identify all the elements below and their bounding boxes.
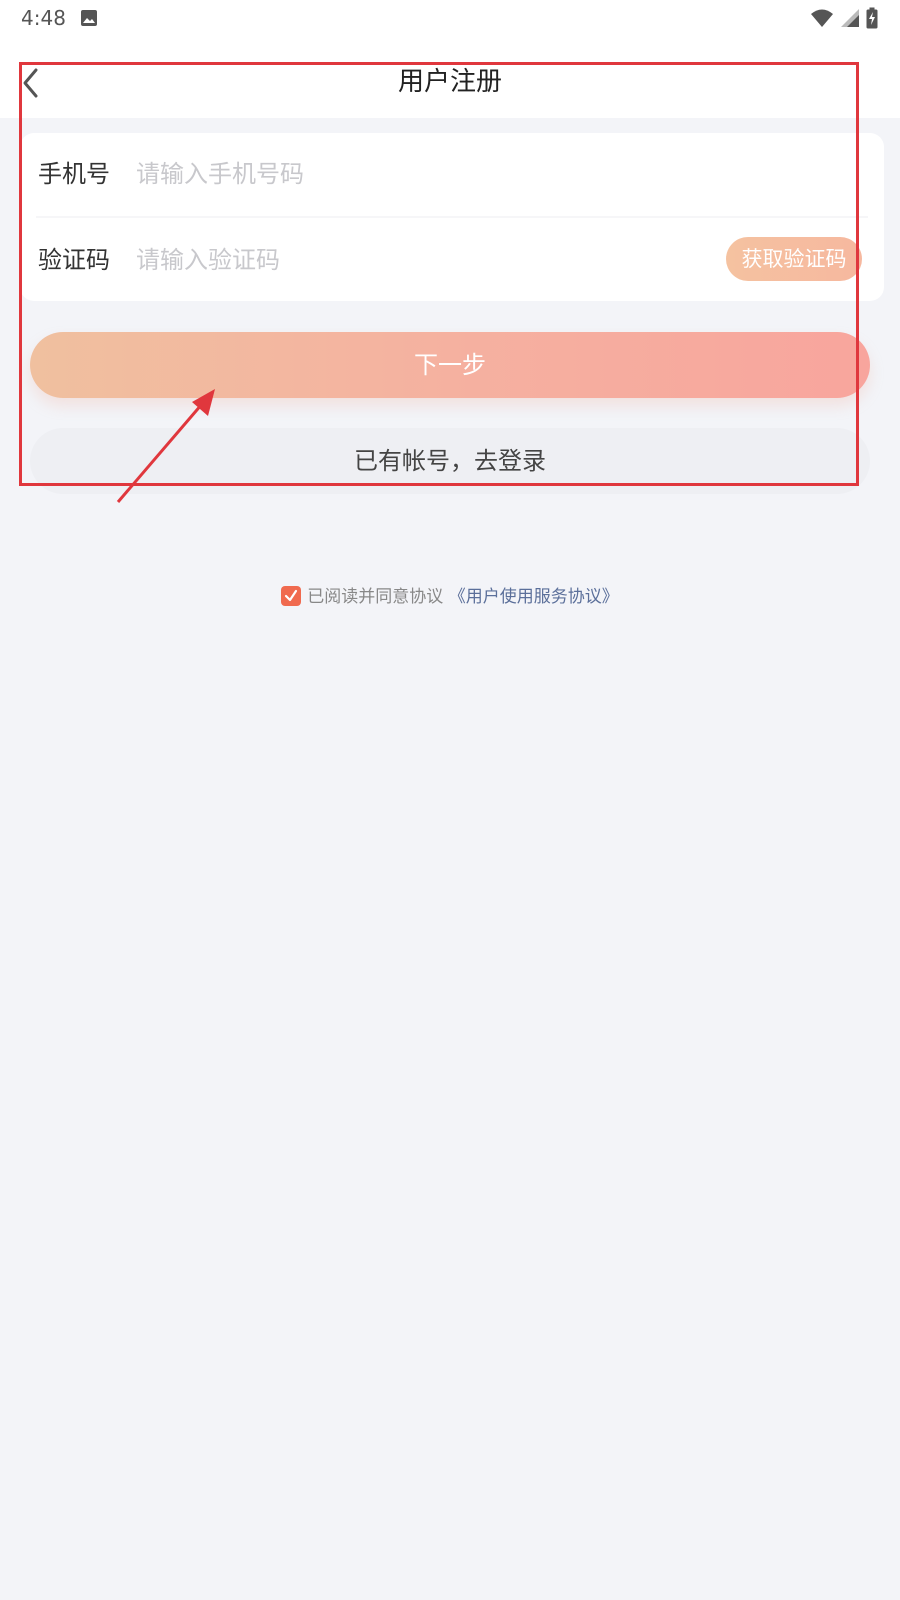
wifi-icon <box>811 9 833 27</box>
agreement-text: 已阅读并同意协议 <box>307 587 444 607</box>
signal-icon <box>841 9 859 27</box>
get-code-button[interactable]: 获取验证码 <box>726 237 862 281</box>
agreement: 已阅读并同意协议 《用户使用服务协议》 <box>0 585 900 609</box>
divider <box>36 216 868 218</box>
status-time: 4:48 <box>21 6 66 30</box>
agreement-link[interactable]: 《用户使用服务协议》 <box>449 587 619 607</box>
login-button[interactable]: 已有帐号，去登录 <box>30 428 870 494</box>
status-bar: 4:48 <box>0 0 900 36</box>
agreement-checkbox[interactable] <box>281 586 302 606</box>
phone-row: 手机号 <box>20 133 884 215</box>
next-button[interactable]: 下一步 <box>30 332 870 398</box>
code-input[interactable] <box>136 239 576 281</box>
page-title: 用户注册 <box>397 67 502 97</box>
battery-charging-icon <box>866 7 878 29</box>
image-icon <box>81 10 97 26</box>
code-label: 验证码 <box>38 246 110 274</box>
check-icon <box>285 589 298 602</box>
header: 用户注册 <box>0 36 900 118</box>
status-icons <box>810 7 878 29</box>
register-form: 手机号 验证码 获取验证码 <box>20 133 884 301</box>
code-row: 验证码 获取验证码 <box>20 219 884 301</box>
phone-input[interactable] <box>136 153 696 195</box>
phone-label: 手机号 <box>38 160 110 188</box>
